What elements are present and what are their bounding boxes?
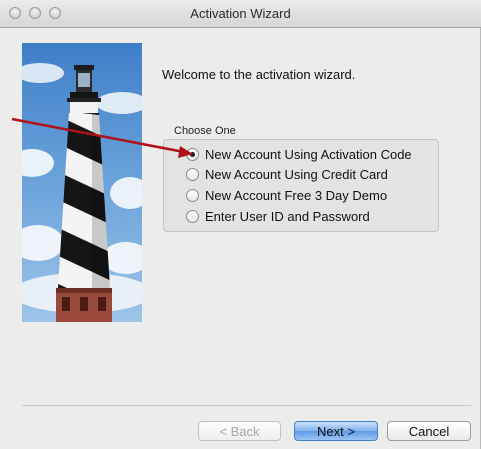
footer-separator bbox=[22, 405, 471, 406]
radio-button[interactable] bbox=[186, 209, 199, 223]
welcome-text: Welcome to the activation wizard. bbox=[162, 67, 356, 82]
radio-button[interactable] bbox=[186, 188, 199, 202]
radio-label: New Account Using Activation Code bbox=[205, 146, 412, 162]
activation-wizard-window: Activation Wizard Welcome to the activat… bbox=[0, 0, 481, 449]
title-bar[interactable]: Activation Wizard bbox=[0, 0, 481, 28]
cancel-button[interactable]: Cancel bbox=[387, 421, 471, 441]
lighthouse-image bbox=[22, 43, 142, 322]
radio-option-free-demo[interactable]: New Account Free 3 Day Demo bbox=[186, 186, 387, 204]
window-title: Activation Wizard bbox=[190, 6, 291, 21]
radio-option-user-id[interactable]: Enter User ID and Password bbox=[186, 207, 370, 225]
radio-button[interactable] bbox=[186, 167, 199, 181]
radio-label: Enter User ID and Password bbox=[205, 208, 370, 224]
next-button[interactable]: Next > bbox=[294, 421, 378, 441]
back-button[interactable]: < Back bbox=[198, 421, 281, 441]
group-label: Choose One bbox=[174, 125, 236, 137]
radio-option-credit-card[interactable]: New Account Using Credit Card bbox=[186, 165, 388, 183]
radio-option-activation-code[interactable]: New Account Using Activation Code bbox=[186, 145, 412, 163]
radio-button[interactable] bbox=[186, 147, 199, 161]
radio-label: New Account Using Credit Card bbox=[205, 166, 388, 182]
radio-label: New Account Free 3 Day Demo bbox=[205, 187, 388, 203]
